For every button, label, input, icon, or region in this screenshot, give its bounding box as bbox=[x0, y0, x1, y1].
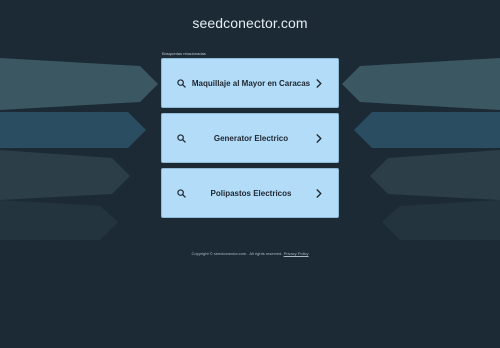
copyright-text: Copyright © seedconector.com . All right… bbox=[191, 251, 283, 256]
chevron-right-icon bbox=[316, 78, 338, 88]
domain-title: seedconector.com bbox=[192, 15, 308, 31]
bg-arrow-left-3 bbox=[0, 150, 130, 200]
bg-arrow-left-1 bbox=[0, 58, 158, 110]
chevron-right-icon bbox=[316, 133, 338, 143]
parking-page: seedconector.com Búsquedas relacionadas … bbox=[0, 0, 500, 348]
chevron-right-icon bbox=[316, 188, 338, 198]
related-search-label: Maquillaje al Mayor en Caracas bbox=[191, 78, 311, 88]
search-icon bbox=[162, 78, 186, 88]
bg-arrow-right-1 bbox=[342, 58, 500, 110]
bg-arrow-left-2 bbox=[0, 112, 146, 148]
bg-arrow-right-2 bbox=[354, 112, 500, 148]
bg-arrow-right-3 bbox=[370, 150, 500, 200]
search-icon bbox=[162, 133, 186, 143]
related-search-label: Generator Electrico bbox=[213, 133, 289, 143]
footer: Copyright © seedconector.com . All right… bbox=[0, 251, 500, 256]
related-search-generator[interactable]: Generator Electrico bbox=[161, 113, 339, 163]
bg-arrow-left-4 bbox=[0, 200, 118, 240]
search-icon bbox=[162, 188, 186, 198]
privacy-policy-link[interactable]: Privacy Policy bbox=[284, 251, 309, 256]
related-search-label: Polipastos Electricos bbox=[210, 188, 292, 198]
related-search-maquillaje[interactable]: Maquillaje al Mayor en Caracas bbox=[161, 58, 339, 108]
related-search-polipastos[interactable]: Polipastos Electricos bbox=[161, 168, 339, 218]
bg-arrow-right-4 bbox=[382, 200, 500, 240]
related-searches-label: Búsquedas relacionadas bbox=[162, 51, 206, 56]
